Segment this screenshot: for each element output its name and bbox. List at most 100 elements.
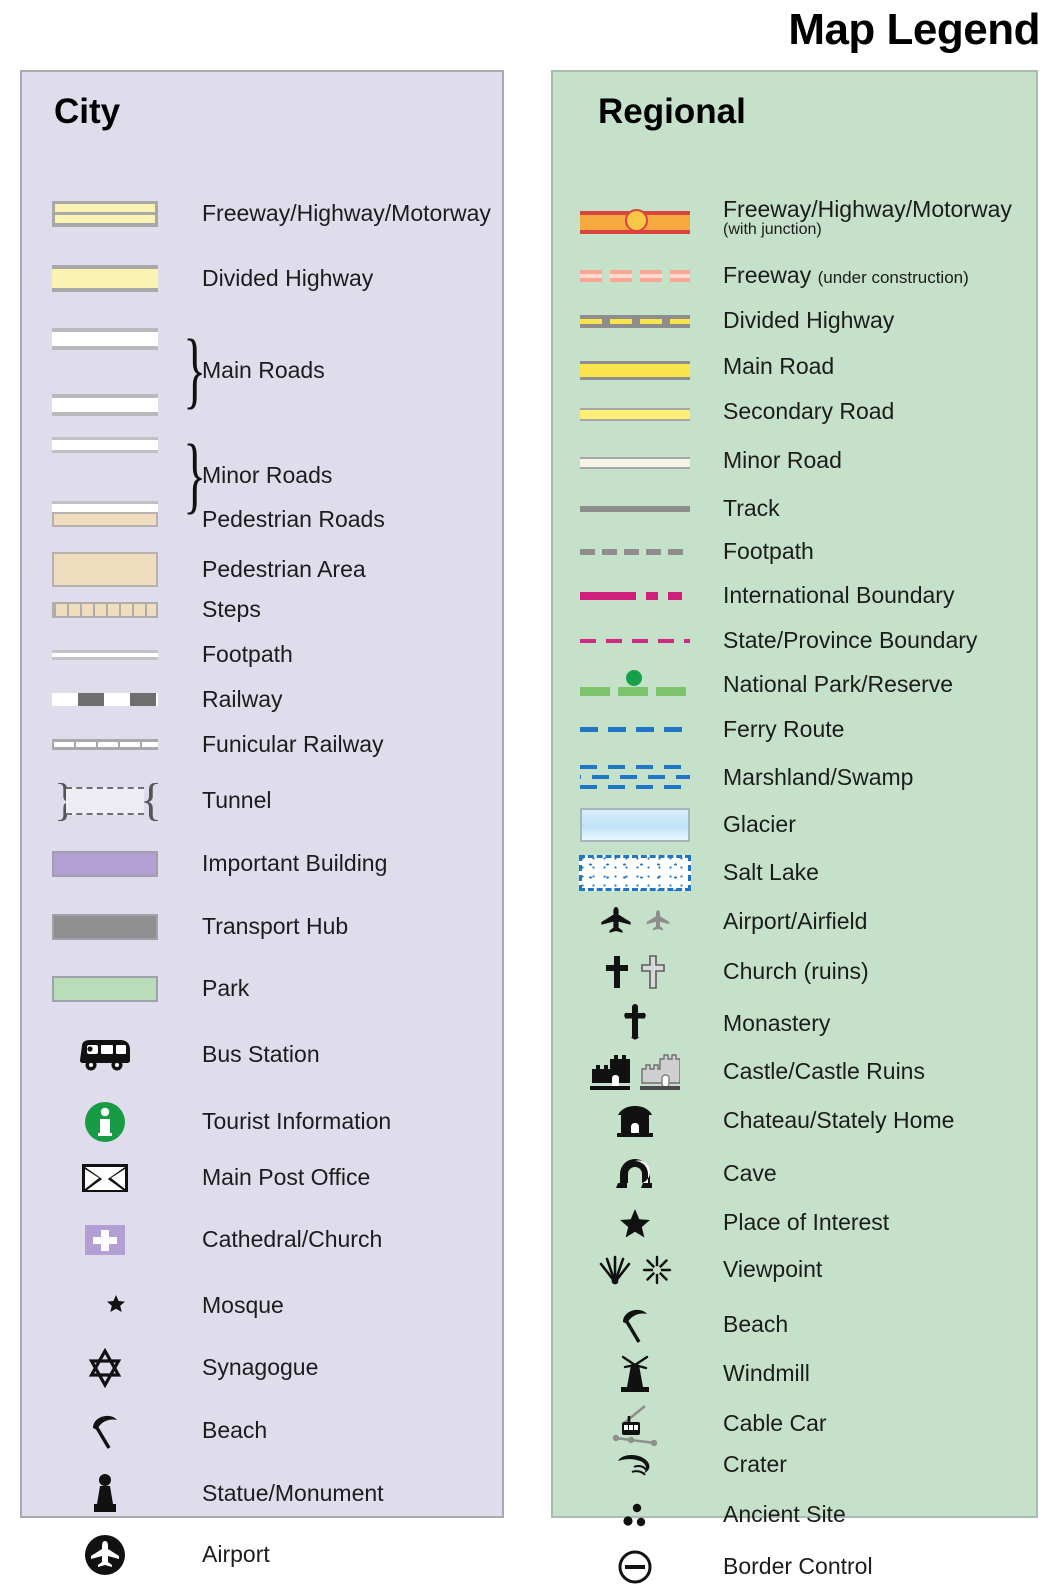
- tunnel-swatch: } {: [30, 777, 180, 823]
- legend-label: Border Control: [723, 1553, 873, 1580]
- legend-label: Airport: [202, 1541, 270, 1568]
- legend-row-city-main-roads: } Main Roads: [22, 324, 502, 420]
- legend-label: Cathedral/Church: [202, 1226, 383, 1253]
- legend-row-regional-church-ruins: Church (ruins): [553, 954, 1036, 990]
- legend-label: Transport Hub: [202, 913, 349, 940]
- legend-label: Monastery: [723, 1010, 831, 1037]
- legend-row-city-steps: Steps: [22, 596, 502, 623]
- legend-label: Main Roads: [202, 357, 325, 383]
- legend-label: Glacier: [723, 811, 796, 838]
- legend-row-city-statue-monument: Statue/Monument: [22, 1472, 502, 1516]
- main-roads-swatch: [30, 324, 180, 420]
- legend-row-city-important-building: Important Building: [22, 850, 502, 877]
- legend-row-city-footpath: Footpath: [22, 641, 502, 668]
- legend-label: Place of Interest: [723, 1209, 890, 1236]
- legend-row-regional-beach: Beach: [553, 1304, 1036, 1346]
- legend-label: Pedestrian Area: [202, 555, 366, 582]
- legend-row-regional-freeway-construction: Freeway (under construction): [553, 261, 1036, 291]
- regional-legend-panel: Regional Freeway/Highway/Motorway (with …: [551, 70, 1038, 1584]
- legend-row-regional-border-control: Border Control: [553, 1549, 1036, 1585]
- legend-row-city-cathedral-church: Cathedral/Church: [22, 1224, 502, 1256]
- legend-label: Airport/Airfield: [723, 908, 868, 935]
- crater-icon: [565, 1451, 705, 1479]
- legend-label: Beach: [723, 1311, 789, 1338]
- statue-icon: [30, 1472, 180, 1516]
- legend-label: Freeway (under construction): [723, 262, 969, 289]
- legend-label: Freeway/Highway/Motorway: [202, 200, 491, 227]
- legend-row-regional-secondary-road: Secondary Road: [553, 397, 1036, 427]
- legend-label: Mosque: [202, 1292, 284, 1319]
- legend-row-regional-ancient-site: Ancient Site: [553, 1500, 1036, 1530]
- legend-row-regional-main-road: Main Road: [553, 352, 1036, 382]
- secondary-road-line: [565, 397, 705, 427]
- international-boundary-line: [565, 581, 705, 611]
- legend-row-city-pedestrian-roads: Pedestrian Roads: [22, 506, 502, 533]
- legend-label: Secondary Road: [723, 398, 895, 425]
- national-park-line: [565, 670, 705, 700]
- marshland-pattern: [565, 761, 705, 795]
- airport-circle-icon: [30, 1534, 180, 1576]
- legend-row-city-main-post-office: Main Post Office: [22, 1162, 502, 1194]
- legend-row-regional-place-of-interest: Place of Interest: [553, 1206, 1036, 1240]
- salt-lake-swatch: [565, 855, 705, 891]
- minor-roads-brace: }: [183, 426, 206, 522]
- legend-label: Crater: [723, 1451, 787, 1478]
- legend-row-regional-cave: Cave: [553, 1156, 1036, 1192]
- legend-label: Funicular Railway: [202, 731, 384, 757]
- main-road-line: [565, 352, 705, 382]
- legend-label: Beach: [202, 1417, 268, 1444]
- divided-highway-line: [565, 306, 705, 336]
- crescent-star-icon: [30, 1286, 180, 1326]
- star-of-david-icon: [30, 1348, 180, 1388]
- legend-row-city-beach: Beach: [22, 1410, 502, 1452]
- legend-row-regional-ferry-route: Ferry Route: [553, 715, 1036, 745]
- legend-row-regional-salt-lake: Salt Lake: [553, 855, 1036, 891]
- city-panel-heading: City: [54, 92, 121, 131]
- legend-row-city-mosque: Mosque: [22, 1286, 502, 1326]
- pedestrian-road-swatch: [30, 512, 180, 528]
- legend-label: International Boundary: [723, 582, 955, 609]
- cable-car-icon: [565, 1402, 705, 1446]
- legend-row-regional-crater: Crater: [553, 1451, 1036, 1479]
- track-line: [565, 494, 705, 524]
- state-boundary-line: [565, 626, 705, 656]
- legend-label: Castle/Castle Ruins: [723, 1058, 925, 1085]
- legend-row-regional-glacier: Glacier: [553, 808, 1036, 842]
- legend-label: Statue/Monument: [202, 1480, 384, 1507]
- legend-label: Marshland/Swamp: [723, 764, 914, 791]
- steps-swatch: [30, 601, 180, 618]
- legend-label: Pedestrian Roads: [202, 506, 385, 532]
- cross-pair-icon: [565, 954, 705, 990]
- legend-label: Steps: [202, 596, 261, 622]
- castle-pair-icon: [565, 1053, 705, 1091]
- minor-road-line: [565, 446, 705, 476]
- legend-row-regional-monastery: Monastery: [553, 1004, 1036, 1044]
- legend-label: Minor Roads: [202, 462, 333, 488]
- windmill-icon: [565, 1353, 705, 1395]
- legend-row-regional-viewpoint: Viewpoint: [553, 1255, 1036, 1285]
- legend-row-city-tunnel: } { Tunnel: [22, 777, 502, 823]
- legend-label: Minor Road: [723, 447, 842, 474]
- legend-label: Important Building: [202, 850, 388, 877]
- freeway-under-construction-line: [565, 261, 705, 291]
- park-swatch: [30, 976, 180, 1002]
- legend-label: Salt Lake: [723, 859, 819, 886]
- regional-panel-heading: Regional: [598, 92, 746, 131]
- legend-row-regional-airport: Airport/Airfield: [553, 904, 1036, 940]
- star-icon: [565, 1206, 705, 1240]
- legend-row-regional-minor-road: Minor Road: [553, 446, 1036, 476]
- legend-row-city-railway: Railway: [22, 686, 502, 713]
- legend-row-regional-marshland: Marshland/Swamp: [553, 761, 1036, 795]
- legend-row-regional-castle: Castle/Castle Ruins: [553, 1053, 1036, 1091]
- chateau-icon: [565, 1104, 705, 1138]
- legend-label: State/Province Boundary: [723, 627, 978, 654]
- legend-label: Chateau/Stately Home: [723, 1107, 955, 1134]
- legend-row-city-pedestrian-area: Pedestrian Area: [22, 552, 502, 587]
- orthodox-cross-icon: [565, 1004, 705, 1044]
- railway-swatch: [30, 693, 180, 707]
- legend-label: Cave: [723, 1160, 777, 1187]
- legend-row-city-funicular-railway: Funicular Railway: [22, 731, 502, 758]
- legend-label: Synagogue: [202, 1354, 319, 1381]
- legend-row-regional-divided-highway: Divided Highway: [553, 306, 1036, 336]
- legend-label: Railway: [202, 686, 283, 712]
